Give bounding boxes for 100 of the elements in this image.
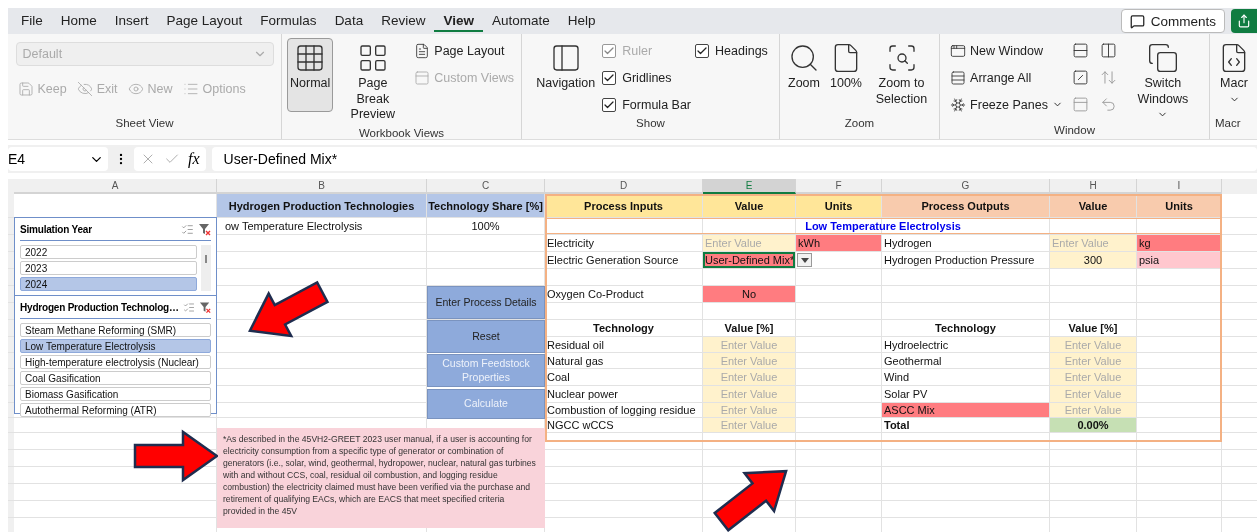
row-header[interactable] <box>8 418 14 432</box>
menu-tab[interactable]: File <box>12 10 52 32</box>
table-cell: 0.00% <box>1050 418 1136 432</box>
group-label: Macr <box>1215 117 1242 131</box>
row-header[interactable] <box>8 484 14 500</box>
column-header[interactable]: G <box>882 179 1050 194</box>
input-cell[interactable]: 300 <box>1050 252 1136 268</box>
checkbox[interactable] <box>602 70 617 85</box>
ribbon-button[interactable]: Page Break Preview <box>337 38 409 127</box>
name-box[interactable]: E4 <box>8 147 108 171</box>
scrollbar[interactable] <box>201 245 211 291</box>
menu-tab[interactable]: Formulas <box>251 10 326 32</box>
menu-tab[interactable]: Page Layout <box>157 10 252 32</box>
column-header[interactable]: F <box>796 179 882 194</box>
column-heading: Value [%] <box>723 321 775 336</box>
ribbon-button[interactable]: Switch Windows <box>1124 38 1201 125</box>
column-header[interactable]: H <box>1050 179 1137 194</box>
ribbon-button[interactable]: Zoom <box>785 38 823 112</box>
row-header[interactable] <box>8 467 14 483</box>
row-header[interactable] <box>8 386 14 402</box>
ribbon-button[interactable]: Macr <box>1215 38 1253 112</box>
clear-filter-icon[interactable] <box>198 223 211 236</box>
menu-tab[interactable]: View <box>434 10 483 32</box>
group-label: Show <box>635 117 666 131</box>
table-cell: kWh <box>796 235 881 251</box>
share-button[interactable] <box>1231 9 1257 33</box>
row-header[interactable] <box>8 433 14 449</box>
ribbon-button[interactable]: 100% <box>827 38 865 112</box>
clear-filter-icon[interactable] <box>198 301 211 314</box>
ribbon-button[interactable]: Arrange All <box>948 65 1065 90</box>
panel-icon <box>414 69 431 86</box>
slicer-item[interactable]: 2022 <box>20 245 197 259</box>
slicer-item[interactable]: Low Temperature Electrolysis <box>20 339 211 353</box>
table-cell: ASCC Mix <box>882 403 1049 417</box>
menu-tab[interactable]: Review <box>372 10 435 32</box>
menu-tab[interactable]: Help <box>558 10 605 32</box>
menu-tab[interactable]: Home <box>51 10 106 32</box>
slicer-item[interactable]: High-temperature electrolysis (Nuclear) <box>20 355 211 369</box>
dropdown-button[interactable] <box>797 253 812 267</box>
rows-icon <box>950 69 967 86</box>
row-header[interactable] <box>8 501 14 517</box>
row-header[interactable] <box>8 403 14 417</box>
ribbon-button[interactable]: Navigation <box>533 38 599 112</box>
sheet-button[interactable]: Enter Process Details <box>427 286 545 319</box>
row-header[interactable] <box>8 252 14 268</box>
row-header[interactable] <box>8 450 14 466</box>
checkbox[interactable] <box>602 97 617 112</box>
column-header[interactable]: E <box>703 179 796 194</box>
menu-tab[interactable]: Insert <box>105 10 158 32</box>
group-label: Window <box>1053 124 1096 139</box>
row-header[interactable] <box>8 337 14 352</box>
column-header[interactable]: C <box>427 179 545 194</box>
header-cell: Units <box>796 194 881 217</box>
ribbon-button[interactable]: Page Layout <box>412 38 516 63</box>
checkbox-option[interactable]: Headings <box>695 38 768 63</box>
row-header[interactable] <box>8 320 14 336</box>
ribbon-button[interactable]: Zoom to Selection <box>869 38 934 112</box>
column-header[interactable]: A <box>14 179 217 194</box>
slicer-item[interactable]: 2024 <box>20 277 197 291</box>
slicer-item[interactable]: 2023 <box>20 261 197 275</box>
comments-button[interactable]: Comments <box>1120 9 1225 33</box>
formula-field[interactable]: User-Defined Mix* <box>211 147 1257 171</box>
table-cell-text: ow Temperature Electrolysis <box>224 219 364 234</box>
row-header[interactable] <box>8 194 14 217</box>
ribbon-button[interactable]: New Window <box>948 38 1065 63</box>
row-header[interactable] <box>8 218 14 234</box>
table-cell-text: NGCC wCCS <box>546 418 615 432</box>
row-header[interactable] <box>8 518 14 532</box>
column-header[interactable]: B <box>217 179 427 194</box>
group-label: Zoom <box>843 117 876 131</box>
sheet-button[interactable]: Reset <box>427 320 545 353</box>
menu-tab[interactable]: Data <box>325 10 373 32</box>
ribbon-button[interactable]: Normal <box>287 38 334 112</box>
snowflake-icon <box>950 96 967 113</box>
column-heading: Technology <box>934 321 997 336</box>
row-header[interactable] <box>8 235 14 251</box>
checkbox-option[interactable]: Gridlines <box>602 65 691 90</box>
row-header[interactable] <box>8 353 14 368</box>
menu-tab[interactable]: Automate <box>482 10 559 32</box>
ribbon-button[interactable]: Freeze Panes <box>948 92 1065 117</box>
slicer-item[interactable]: Biomass Gasification <box>20 387 211 401</box>
row-header[interactable] <box>8 369 14 385</box>
header-cell: Technology Share [%] <box>427 194 544 217</box>
checkbox-option[interactable]: Formula Bar <box>602 92 691 117</box>
column-header[interactable]: I <box>1137 179 1222 194</box>
slicer-item[interactable]: Coal Gasification <box>20 371 211 385</box>
slicer-title: Hydrogen Production Technolog… <box>20 302 179 313</box>
row-header[interactable] <box>8 286 14 302</box>
table-title: Low Temperature Electrolysis <box>545 218 1221 234</box>
table-cell-text: Residual oil <box>546 337 605 352</box>
slicer-item[interactable]: Autothermal Reforming (ATR) <box>20 403 211 417</box>
checkbox[interactable] <box>695 43 709 58</box>
multi-select-icon[interactable] <box>181 223 194 236</box>
slicer-item[interactable]: Steam Methane Reforming (SMR) <box>20 323 211 337</box>
insert-function-button[interactable]: fx <box>188 150 200 168</box>
column-header[interactable]: D <box>545 179 703 194</box>
row-header[interactable] <box>8 303 14 319</box>
table-cell-text: Hydrogen <box>883 236 933 251</box>
table-cell: No <box>703 286 795 302</box>
row-header[interactable] <box>8 269 14 285</box>
